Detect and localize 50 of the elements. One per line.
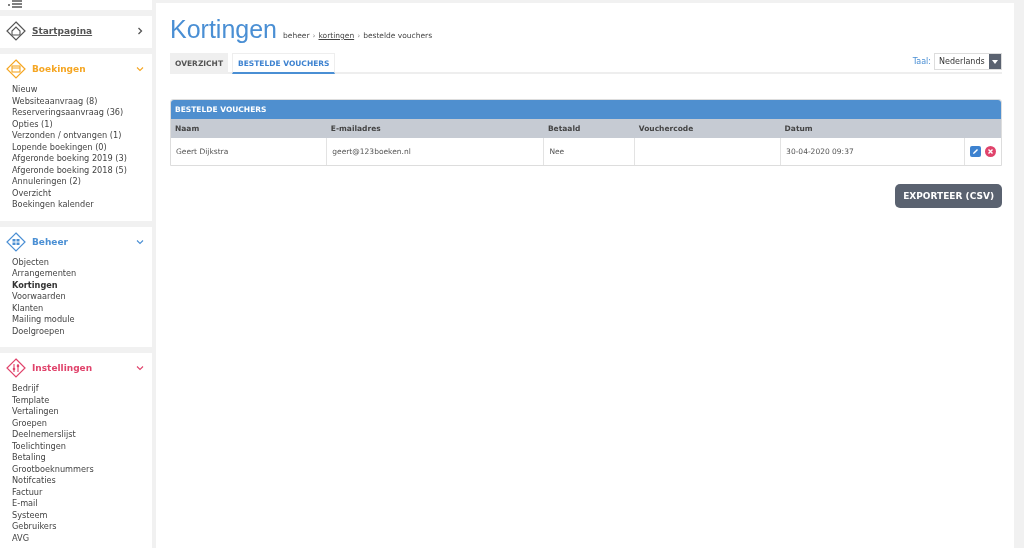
sidebar-link[interactable]: E-mail bbox=[12, 498, 146, 510]
edit-icon[interactable] bbox=[970, 146, 981, 157]
chevron-right-icon[interactable] bbox=[136, 27, 144, 35]
sidebar-link[interactable]: Objecten bbox=[12, 256, 146, 268]
sidebar-link[interactable]: Afgeronde boeking 2019 (3) bbox=[12, 153, 146, 165]
chevron-down-icon[interactable] bbox=[136, 364, 144, 372]
language-select[interactable]: Nederlands bbox=[934, 53, 1002, 70]
sidebar-link[interactable]: Doelgroepen bbox=[12, 325, 146, 337]
sidebar-link[interactable]: Verzonden / ontvangen (1) bbox=[12, 130, 146, 142]
export-button[interactable]: EXPORTEER (CSV) bbox=[895, 184, 1002, 208]
chevron-down-icon[interactable] bbox=[136, 237, 144, 246]
section-title[interactable]: Instellingen bbox=[32, 363, 130, 373]
sidebar-link[interactable]: Boekingen kalender bbox=[12, 199, 146, 211]
sidebar-link[interactable]: Bedrijf bbox=[12, 383, 146, 395]
sidebar-link[interactable]: Mailing module bbox=[12, 314, 146, 326]
sliders-icon bbox=[6, 358, 26, 378]
sidebar-link[interactable]: Opties (1) bbox=[12, 118, 146, 130]
sidebar-link[interactable]: Gebruikers bbox=[12, 521, 146, 533]
house-icon bbox=[6, 21, 26, 41]
sidebar-link[interactable]: Reserveringsaanvraag (36) bbox=[12, 107, 146, 119]
sidebar-link[interactable]: Overzicht bbox=[12, 187, 146, 199]
sidebar-link[interactable]: Arrangementen bbox=[12, 268, 146, 280]
sidebar-link[interactable]: Systeem bbox=[12, 509, 146, 521]
sidebar-link[interactable]: Betaling bbox=[12, 452, 146, 464]
sidebar-link[interactable]: Vertalingen bbox=[12, 406, 146, 418]
page-title: Kortingen bbox=[170, 15, 278, 44]
chevron-down-icon[interactable] bbox=[136, 65, 144, 73]
sidebar-link[interactable]: Nieuw bbox=[12, 84, 146, 96]
sidebar-link[interactable]: Template bbox=[12, 394, 146, 406]
sidebar-link[interactable]: Kortingen bbox=[12, 279, 146, 291]
sidebar-link[interactable]: AVG bbox=[12, 532, 146, 544]
sidebar-link[interactable]: Lopende boekingen (0) bbox=[12, 141, 146, 153]
sidebar-link[interactable]: Grootboeknummers bbox=[12, 463, 146, 475]
sidebar-link[interactable]: Annuleringen (2) bbox=[12, 176, 146, 188]
delete-icon[interactable] bbox=[985, 146, 996, 157]
sidebar-link[interactable]: Factuur bbox=[12, 486, 146, 498]
sidebar-link[interactable]: Toelichtingen bbox=[12, 440, 146, 452]
sidebar-link[interactable]: Deelnemerslijst bbox=[12, 429, 146, 441]
menu-icon[interactable] bbox=[8, 0, 22, 10]
caret-icon bbox=[991, 59, 998, 64]
calendar-icon bbox=[6, 59, 26, 79]
sidebar-link[interactable]: Notifcaties bbox=[12, 475, 146, 487]
sidebar-link[interactable]: Voorwaarden bbox=[12, 291, 146, 303]
grid-icon bbox=[6, 231, 26, 252]
sidebar-link[interactable]: Websiteaanvraag (8) bbox=[12, 95, 146, 107]
sidebar-link[interactable]: Klanten bbox=[12, 302, 146, 314]
language-label: Taal: bbox=[912, 57, 931, 66]
sidebar-link[interactable]: Groepen bbox=[12, 417, 146, 429]
section-title[interactable]: Startpagina bbox=[32, 26, 130, 36]
sidebar-link[interactable]: Afgeronde boeking 2018 (5) bbox=[12, 164, 146, 176]
